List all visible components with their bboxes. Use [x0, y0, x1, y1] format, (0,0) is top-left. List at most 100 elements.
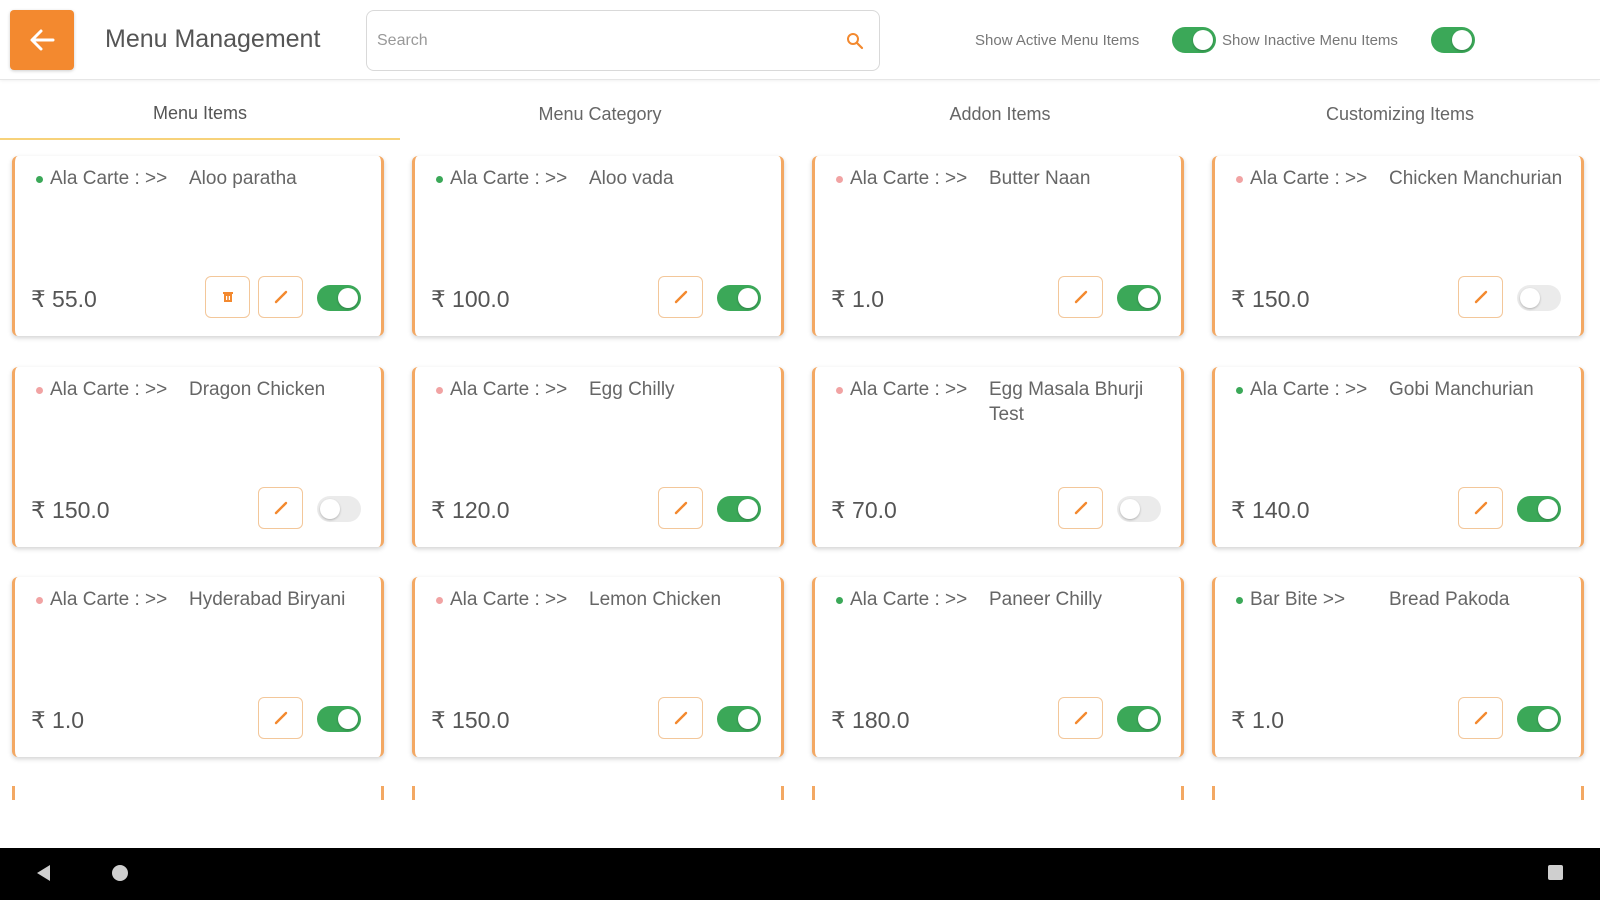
pencil-icon [1474, 711, 1487, 725]
item-active-toggle[interactable] [1117, 285, 1161, 311]
back-button[interactable] [10, 10, 74, 70]
toggle-knob [1138, 709, 1158, 729]
menu-item-card[interactable]: Bar Bite >> Bread Pakoda ₹ 1.0 [1212, 577, 1584, 757]
item-name: Hyderabad Biryani [189, 589, 346, 610]
show-active-toggle[interactable] [1172, 27, 1216, 53]
edit-button[interactable] [258, 487, 303, 529]
pencil-icon [1074, 290, 1087, 304]
menu-item-card[interactable]: Ala Carte : >> Dragon Chicken ₹ 150.0 [12, 367, 384, 547]
menu-item-card[interactable]: Ala Carte : >> Lemon Chicken ₹ 150.0 [412, 577, 784, 757]
pencil-icon [274, 501, 287, 515]
item-price: ₹ 55.0 [31, 286, 97, 312]
edit-button[interactable] [1058, 487, 1103, 529]
veg-indicator [1236, 597, 1243, 604]
item-category: Ala Carte : >> [50, 589, 168, 610]
toggle-knob [738, 499, 758, 519]
partial-card [1212, 786, 1584, 800]
pencil-icon [274, 290, 287, 304]
partial-card [12, 786, 384, 800]
edit-button[interactable] [1058, 276, 1103, 318]
item-active-toggle[interactable] [1117, 706, 1161, 732]
item-name: Bread Pakoda [1389, 589, 1510, 610]
edit-button[interactable] [258, 697, 303, 739]
item-category: Ala Carte : >> [850, 589, 968, 610]
item-price: ₹ 150.0 [431, 707, 510, 733]
edit-button[interactable] [1458, 276, 1503, 318]
item-name: Egg Masala Bhurji Test [989, 379, 1144, 425]
tab-addon-items[interactable]: Addon Items [800, 88, 1200, 140]
nonveg-indicator [36, 387, 43, 394]
menu-item-card[interactable]: Ala Carte : >> Gobi Manchurian ₹ 140.0 [1212, 367, 1584, 547]
item-price: ₹ 120.0 [431, 497, 510, 523]
edit-button[interactable] [658, 487, 703, 529]
item-active-toggle[interactable] [317, 285, 361, 311]
item-name: Butter Naan [989, 168, 1091, 189]
edit-button[interactable] [1458, 697, 1503, 739]
show-inactive-toggle[interactable] [1431, 27, 1475, 53]
search-box[interactable] [366, 10, 880, 71]
item-price: ₹ 70.0 [831, 497, 897, 523]
toggle-knob [1538, 499, 1558, 519]
item-category: Ala Carte : >> [450, 589, 568, 610]
nav-home-icon[interactable] [112, 865, 128, 881]
tab-customizing-items[interactable]: Customizing Items [1200, 88, 1600, 140]
edit-button[interactable] [658, 276, 703, 318]
menu-item-card[interactable]: Ala Carte : >> Egg Masala Bhurji Test ₹ 70… [812, 367, 1184, 547]
item-active-toggle[interactable] [1517, 496, 1561, 522]
item-category: Ala Carte : >> [1250, 168, 1368, 189]
item-category: Ala Carte : >> [850, 379, 968, 400]
menu-item-card[interactable]: Ala Carte : >> Butter Naan ₹ 1.0 [812, 156, 1184, 336]
item-price: ₹ 180.0 [831, 707, 910, 733]
toggle-knob [320, 499, 340, 519]
toggle-knob [1538, 709, 1558, 729]
edit-button[interactable] [1458, 487, 1503, 529]
menu-item-card[interactable]: Ala Carte : >> Hyderabad Biryani ₹ 1.0 [12, 577, 384, 757]
item-category: Ala Carte : >> [50, 168, 168, 189]
nav-recents-icon[interactable] [1548, 865, 1563, 880]
pencil-icon [1474, 290, 1487, 304]
item-name: Aloo vada [589, 168, 674, 189]
menu-item-card[interactable]: Ala Carte : >> Paneer Chilly ₹ 180.0 [812, 577, 1184, 757]
nonveg-indicator [436, 387, 443, 394]
nonveg-indicator [1236, 176, 1243, 183]
menu-item-card[interactable]: Ala Carte : >> Aloo vada ₹ 100.0 [412, 156, 784, 336]
toggle-knob [338, 709, 358, 729]
menu-item-card[interactable]: Ala Carte : >> Chicken Manchurian ₹ 150.0 [1212, 156, 1584, 336]
item-price: ₹ 100.0 [431, 286, 510, 312]
edit-button[interactable] [1058, 697, 1103, 739]
nonveg-indicator [836, 176, 843, 183]
item-category: Ala Carte : >> [450, 379, 568, 400]
item-active-toggle[interactable] [317, 706, 361, 732]
nonveg-indicator [36, 597, 43, 604]
edit-button[interactable] [258, 276, 303, 318]
delete-button[interactable] [205, 276, 250, 318]
veg-indicator [1236, 387, 1243, 394]
veg-indicator [836, 597, 843, 604]
veg-indicator [436, 176, 443, 183]
item-price: ₹ 1.0 [1231, 707, 1284, 733]
item-active-toggle[interactable] [1117, 496, 1161, 522]
pencil-icon [1074, 501, 1087, 515]
menu-item-card[interactable]: Ala Carte : >> Aloo paratha ₹ 55.0 [12, 156, 384, 336]
item-active-toggle[interactable] [1517, 706, 1561, 732]
item-active-toggle[interactable] [717, 706, 761, 732]
tab-menu-category[interactable]: Menu Category [400, 88, 800, 140]
toggle-knob [1120, 499, 1140, 519]
tab-menu-items[interactable]: Menu Items [0, 88, 400, 140]
partial-card [812, 786, 1184, 800]
item-category: Ala Carte : >> [50, 379, 168, 400]
top-bar: Menu Management Show Active Menu Items S… [0, 0, 1600, 80]
page-title: Menu Management [105, 25, 321, 53]
toggle-knob [338, 288, 358, 308]
menu-item-card[interactable]: Ala Carte : >> Egg Chilly ₹ 120.0 [412, 367, 784, 547]
item-active-toggle[interactable] [717, 285, 761, 311]
pencil-icon [1474, 501, 1487, 515]
search-icon[interactable] [845, 31, 865, 51]
partial-card [412, 786, 784, 800]
item-active-toggle[interactable] [317, 496, 361, 522]
search-input[interactable] [377, 29, 817, 53]
nav-back-icon[interactable] [37, 865, 50, 881]
item-active-toggle[interactable] [1517, 285, 1561, 311]
edit-button[interactable] [658, 697, 703, 739]
item-active-toggle[interactable] [717, 496, 761, 522]
